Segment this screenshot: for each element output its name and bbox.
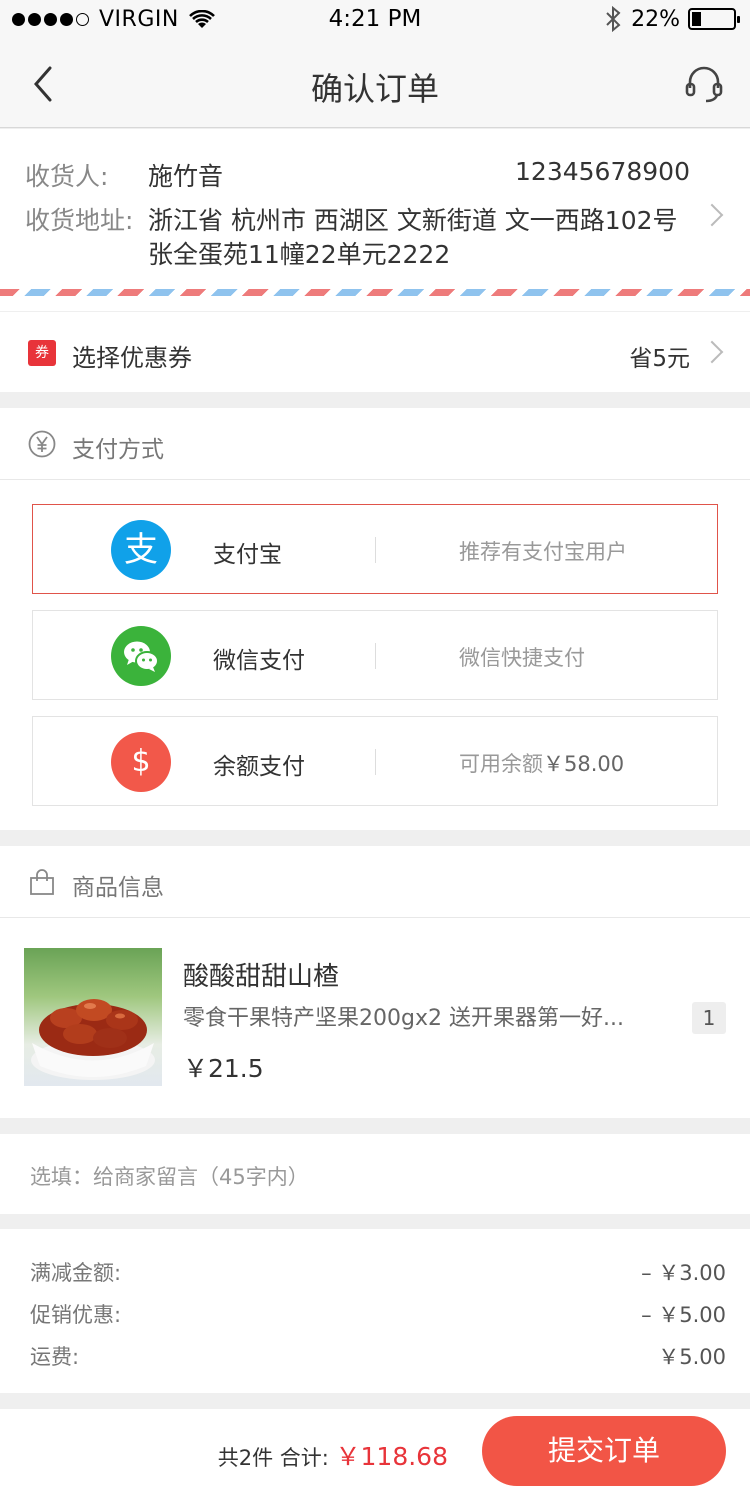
status-right: 22% — [605, 6, 740, 32]
checkout-bar: 共2件 合计: ￥118.68 提交订单 — [0, 1409, 750, 1495]
address-label: 收货地址: — [25, 206, 134, 235]
submit-order-button[interactable]: 提交订单 — [482, 1416, 726, 1486]
pay-option-note: 可用余额￥58.00 — [459, 748, 624, 778]
promo-value: – ￥5.00 — [641, 1303, 726, 1327]
pay-option-name: 支付宝 — [213, 542, 282, 568]
balance-label: 可用余额 — [459, 752, 543, 776]
pay-option-alipay[interactable]: 支 支付宝 推荐有支付宝用户 — [32, 504, 718, 594]
alipay-icon: 支 — [111, 520, 171, 580]
address-card[interactable]: 收货人: 施竹音 12345678900 收货地址: 浙江省 杭州市 西湖区 文… — [0, 129, 750, 311]
wechat-icon — [111, 626, 171, 686]
total-price: ￥118.68 — [335, 1442, 448, 1471]
shopping-bag-icon — [30, 869, 54, 895]
pay-option-name: 余额支付 — [213, 754, 305, 780]
pay-option-wechat[interactable]: 微信支付 微信快捷支付 — [32, 610, 718, 700]
coupon-row[interactable]: 券 选择优惠券 省5元 — [0, 312, 750, 392]
nav-bar: 确认订单 — [0, 40, 750, 128]
wechat-bubbles-icon — [124, 641, 159, 672]
pay-option-balance[interactable]: $ 余额支付 可用余额￥58.00 — [32, 716, 718, 806]
goods-section: 商品信息 酸酸甜甜山楂 零食干果特产坚果200gx2 送开果器第一好... ￥2… — [0, 846, 750, 1118]
chevron-right-icon — [704, 340, 718, 364]
pay-option-name: 微信支付 — [213, 648, 305, 674]
coupon-icon: 券 — [28, 340, 56, 366]
pay-option-note: 推荐有支付宝用户 — [459, 540, 627, 564]
shipping-value: ￥5.00 — [658, 1345, 726, 1369]
battery-icon — [688, 8, 740, 30]
product-photo — [31, 999, 155, 1080]
payment-title: 支付方式 — [72, 437, 164, 463]
pay-option-note: 微信快捷支付 — [459, 646, 585, 670]
address-line-1: 浙江省 杭州市 西湖区 文新街道 文一西路102号 — [148, 206, 678, 235]
coupon-savings: 省5元 — [629, 346, 690, 372]
payment-section: 支付方式 支 支付宝 推荐有支付宝用户 微信支付 微信快捷支付 $ 余额支付 可… — [0, 408, 750, 830]
price-summary: 满减金额: – ￥3.00 促销优惠: – ￥5.00 运费: ￥5.00 — [0, 1229, 750, 1393]
goods-title: 商品信息 — [72, 875, 164, 901]
consignee-phone: 12345678900 — [515, 157, 690, 186]
page-title: 确认订单 — [310, 70, 439, 108]
product-image[interactable] — [24, 948, 162, 1086]
divider — [375, 749, 376, 775]
shipping-label: 运费: — [30, 1345, 80, 1369]
item-count: 共2件 合计: — [217, 1446, 329, 1470]
consignee-label: 收货人: — [25, 162, 109, 191]
discount-label: 满减金额: — [30, 1261, 122, 1285]
headset-icon[interactable] — [684, 64, 724, 104]
coupon-label: 选择优惠券 — [72, 344, 192, 372]
product-price: ￥21.5 — [183, 1054, 264, 1083]
dollar-icon: $ — [111, 732, 171, 792]
envelope-border — [0, 289, 750, 296]
consignee-name: 施竹音 — [148, 162, 224, 191]
address-line-2: 张全蛋苑11幢22单元2222 — [148, 240, 451, 269]
status-bar: VIRGIN 4:21 PM 22% — [0, 0, 750, 40]
divider — [375, 643, 376, 669]
battery-percent: 22% — [631, 6, 680, 32]
product-name[interactable]: 酸酸甜甜山楂 — [183, 956, 339, 993]
discount-value: – ￥3.00 — [641, 1261, 726, 1285]
goods-header: 商品信息 — [0, 846, 750, 918]
chevron-right-icon — [704, 203, 718, 227]
seller-note-field[interactable]: 选填：给商家留言（45字内） — [0, 1134, 750, 1214]
divider — [375, 537, 376, 563]
order-total: 共2件 合计: ￥118.68 — [218, 1437, 448, 1473]
note-placeholder: 选填：给商家留言（45字内） — [30, 1165, 309, 1189]
product-qty: 1 — [692, 1002, 726, 1034]
product-desc: 零食干果特产坚果200gx2 送开果器第一好... — [183, 1006, 624, 1031]
balance-amount: ￥58.00 — [543, 752, 625, 776]
bluetooth-icon — [606, 6, 621, 32]
payment-header: 支付方式 — [0, 408, 750, 480]
battery-fill — [692, 12, 701, 26]
promo-label: 促销优惠: — [30, 1303, 122, 1327]
yuan-circle-icon — [28, 430, 56, 458]
